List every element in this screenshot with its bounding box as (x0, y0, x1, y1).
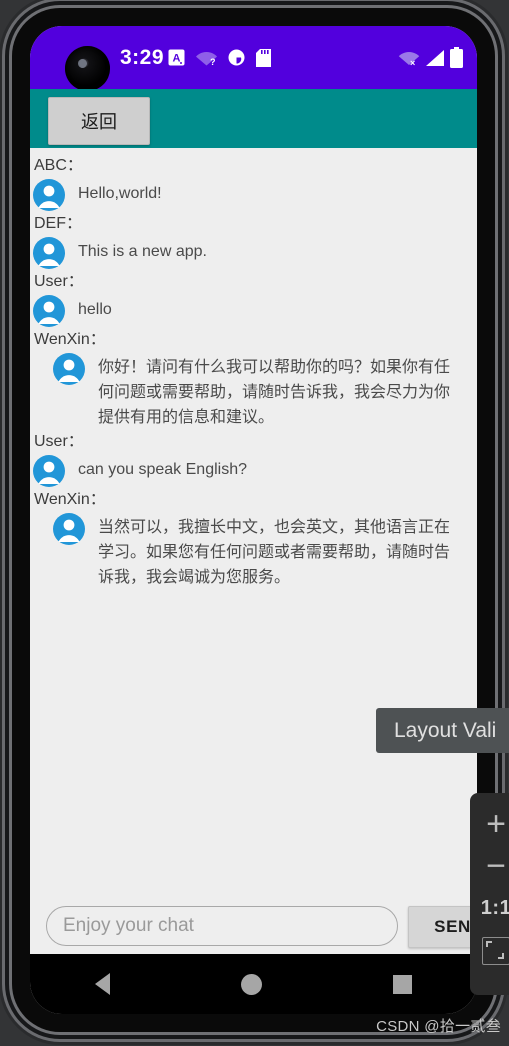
chat-message: User： can you speak English? (30, 432, 477, 488)
message-row: 你好！请问有什么我可以帮助你的吗？如果你有任何问题或需要帮助，请随时告诉我，我会… (32, 351, 471, 430)
nav-home-icon[interactable] (240, 973, 262, 995)
app-bar: 返回 (30, 89, 477, 148)
message-sender-label: User： (34, 273, 84, 290)
user-avatar-icon (32, 236, 66, 270)
contrast-circle-icon (228, 49, 245, 66)
zoom-in-button[interactable]: + (476, 803, 509, 845)
zoom-control-panel[interactable]: + − 1:1 (470, 793, 509, 995)
phone-device-frame: 3:29 A ? × 返回 ABC： Hello,world! DEF： Thi… (12, 8, 495, 1032)
zoom-in-icon: + (486, 805, 506, 843)
chat-message: WenXin： 当然可以，我擅长中文，也会英文，其他语言正在学习。如果您有任何问… (30, 490, 477, 590)
user-avatar-icon (52, 352, 86, 386)
zoom-actual-size-button[interactable]: 1:1 (476, 887, 509, 929)
zoom-out-icon: − (486, 847, 506, 885)
message-text: 你好！请问有什么我可以帮助你的吗？如果你有任何问题或需要帮助，请随时告诉我，我会… (98, 359, 451, 426)
sd-card-icon (256, 48, 271, 67)
csdn-watermark: CSDN @拾一贰叁 (376, 1018, 501, 1035)
android-navigation-bar (30, 954, 477, 1014)
chat-input[interactable] (46, 906, 398, 946)
svg-text:A: A (173, 53, 181, 65)
message-sender-label: WenXin： (34, 331, 106, 348)
message-text: can you speak English? (78, 461, 247, 478)
svg-text:×: × (410, 58, 415, 67)
user-avatar-icon (32, 294, 66, 328)
message-text: This is a new app. (78, 243, 207, 260)
user-avatar-icon (52, 512, 86, 546)
user-avatar-icon (32, 454, 66, 488)
chat-message: ABC： Hello,world! (30, 156, 477, 212)
send-button[interactable]: SEND (408, 906, 477, 948)
chat-message-list[interactable]: ABC： Hello,world! DEF： This is a new app… (30, 148, 477, 904)
user-avatar-icon (32, 178, 66, 212)
message-text: Hello,world! (78, 185, 162, 202)
message-text: hello (78, 301, 112, 318)
status-bar-left-icons: A ? (168, 26, 271, 89)
back-button[interactable]: 返回 (48, 97, 150, 145)
input-method-a-icon: A (168, 49, 185, 66)
status-bar-clock: 3:29 (120, 45, 165, 69)
message-row: This is a new app. (32, 235, 471, 270)
cellular-signal-icon (425, 49, 445, 67)
wifi-off-icon: × (398, 49, 420, 67)
nav-back-icon[interactable] (95, 973, 111, 995)
chat-message: WenXin： 你好！请问有什么我可以帮助你的吗？如果你有任何问题或需要帮助，请… (30, 330, 477, 430)
message-row: 当然可以，我擅长中文，也会英文，其他语言正在学习。如果您有任何问题或者需要帮助，… (32, 511, 471, 590)
svg-text:?: ? (210, 57, 216, 66)
status-bar-right-icons: × (398, 26, 463, 89)
message-text: 当然可以，我擅长中文，也会英文，其他语言正在学习。如果您有任何问题或者需要帮助，… (98, 519, 451, 586)
fit-to-screen-icon[interactable] (482, 937, 509, 965)
message-row: can you speak English? (32, 453, 471, 488)
message-composer: SEND (30, 904, 477, 954)
message-sender-label: WenXin： (34, 491, 106, 508)
status-bar: 3:29 A ? × (30, 26, 477, 91)
layout-validation-tooltip: Layout Vali (376, 708, 509, 753)
wifi-question-icon: ? (196, 49, 217, 66)
zoom-out-button[interactable]: − (476, 845, 509, 887)
chat-message: User： hello (30, 272, 477, 328)
nav-recents-icon[interactable] (392, 974, 412, 994)
front-camera-punch-hole (65, 46, 110, 91)
phone-screen: 3:29 A ? × 返回 ABC： Hello,world! DEF： Thi… (30, 26, 477, 1014)
chat-message: DEF： This is a new app. (30, 214, 477, 270)
message-sender-label: DEF： (34, 215, 83, 232)
battery-full-icon (450, 47, 463, 68)
message-row: hello (32, 293, 471, 328)
message-row: Hello,world! (32, 177, 471, 212)
message-sender-label: User： (34, 433, 84, 450)
message-sender-label: ABC： (34, 157, 83, 174)
